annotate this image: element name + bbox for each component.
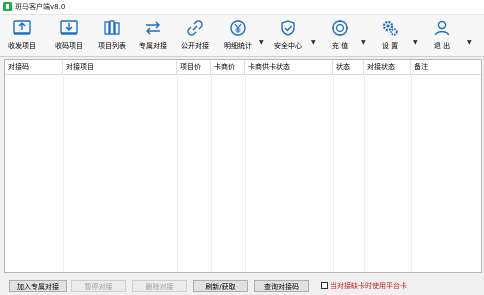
column-divider [245, 74, 246, 272]
toolbar-project-list-button[interactable]: 项目列表 [94, 15, 130, 55]
inbox-send-icon [13, 20, 31, 35]
column-header-card-price[interactable]: 卡商价 [211, 60, 245, 74]
toolbar-recharge-button[interactable]: 充 值 [322, 15, 358, 55]
toolbar-statistics-button[interactable]: 明细统计 [220, 15, 256, 55]
column-divider [333, 74, 334, 272]
column-header-status[interactable]: 状态 [333, 60, 364, 74]
column-header-dock-status[interactable]: 对接状态 [364, 60, 411, 74]
toolbar-send-receive-button[interactable]: 收发项目 [4, 15, 40, 55]
statistics-dropdown-arrow-icon[interactable]: ▼ [259, 39, 264, 46]
column-divider [63, 74, 64, 272]
exit-dropdown-arrow-icon[interactable]: ▼ [467, 39, 472, 46]
toolbar-exit-button[interactable]: 退 出 [424, 15, 460, 55]
refresh-fetch-button[interactable]: 刷新/获取 [193, 280, 248, 292]
app-logo-icon [3, 2, 12, 11]
toolbar-label: 项目列表 [98, 42, 126, 50]
delete-dock-button[interactable]: 删除对接 [132, 280, 187, 292]
column-header-dock-code[interactable]: 对接码 [5, 60, 63, 74]
toolbar-public-dock-button[interactable]: 公开对接 [177, 15, 213, 55]
toolbar-label: 退 出 [433, 42, 451, 50]
add-exclusive-dock-button[interactable]: 加入专属对接 [9, 280, 67, 292]
recharge-icon [332, 20, 348, 36]
column-divider [211, 74, 212, 272]
toolbar-label: 明细统计 [224, 42, 252, 50]
toolbar-exclusive-dock-button[interactable]: 专属对接 [135, 15, 171, 55]
dock-table[interactable]: 对接码 对接项目 项目价 卡商价 卡商供卡状态 状态 对接状态 备注 [4, 59, 482, 273]
column-header-dock-project[interactable]: 对接项目 [63, 60, 177, 74]
column-divider [411, 74, 412, 272]
exchange-arrows-icon [146, 21, 160, 35]
user-icon [434, 20, 450, 36]
pause-dock-button[interactable]: 暂停对接 [71, 280, 126, 292]
settings-dropdown-arrow-icon[interactable]: ▼ [413, 39, 418, 46]
bottom-action-bar: 加入专属对接 暂停对接 删除对接 刷新/获取 查询对接码 当对接缺卡时使用平台卡 [0, 278, 484, 295]
toolbar-label: 安全中心 [274, 42, 302, 50]
toolbar-label: 公开对接 [181, 42, 209, 50]
yuan-circle-icon [230, 20, 246, 36]
recharge-dropdown-arrow-icon[interactable]: ▼ [361, 39, 366, 46]
toolbar-security-center-button[interactable]: 安全中心 [268, 15, 308, 55]
toolbar-label: 收码项目 [55, 42, 83, 50]
toolbar-label: 充 值 [331, 42, 349, 50]
use-platform-card-checkbox[interactable] [321, 282, 328, 289]
column-header-project-price[interactable]: 项目价 [177, 60, 211, 74]
window-title: 斑马客户端v8.0 [15, 3, 66, 11]
toolbar-receive-code-button[interactable]: 收码项目 [51, 15, 87, 55]
column-divider [177, 74, 178, 272]
gears-icon [382, 20, 398, 36]
toolbar-label: 收发项目 [8, 42, 36, 50]
shield-icon [281, 20, 295, 36]
use-platform-card-label[interactable]: 当对接缺卡时使用平台卡 [330, 281, 407, 291]
toolbar-label: 专属对接 [139, 42, 167, 50]
toolbar: 收发项目 收码项目 项目列表 专属对接 公开对接 明细统计 ▼ 安全中心 ▼ 充… [0, 15, 484, 57]
toolbar-settings-button[interactable]: 设 置 [372, 15, 408, 55]
link-chain-icon [187, 20, 203, 36]
column-header-remark[interactable]: 备注 [411, 60, 481, 74]
column-divider [364, 74, 365, 272]
title-bar: 斑马客户端v8.0 [0, 0, 484, 15]
column-header-card-supply-status[interactable]: 卡商供卡状态 [245, 60, 333, 74]
table-header: 对接码 对接项目 项目价 卡商价 卡商供卡状态 状态 对接状态 备注 [5, 60, 481, 75]
security-dropdown-arrow-icon[interactable]: ▼ [311, 39, 316, 46]
book-list-icon [104, 20, 120, 35]
inbox-receive-icon [60, 20, 78, 35]
query-dock-code-button[interactable]: 查询对接码 [254, 280, 309, 292]
toolbar-label: 设 置 [381, 42, 399, 50]
